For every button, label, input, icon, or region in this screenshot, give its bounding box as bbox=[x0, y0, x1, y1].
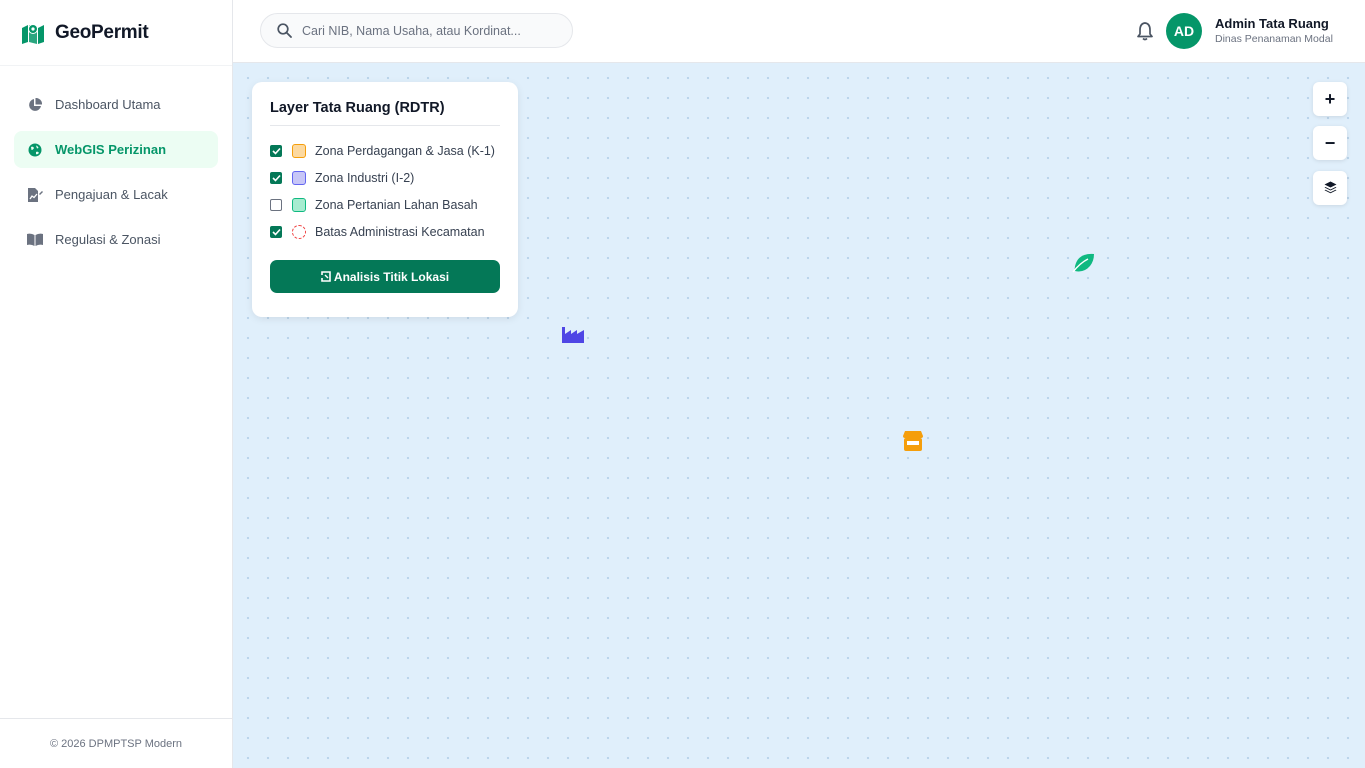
sidebar-item-label: Dashboard Utama bbox=[55, 97, 161, 112]
analyze-location-button[interactable]: Analisis Titik Lokasi bbox=[270, 260, 500, 293]
avatar[interactable]: AD bbox=[1166, 13, 1202, 49]
sidebar-item-webgis[interactable]: WebGIS Perizinan bbox=[14, 131, 218, 168]
user-name: Admin Tata Ruang bbox=[1215, 16, 1329, 31]
search-icon bbox=[277, 23, 293, 39]
globe-icon bbox=[27, 142, 43, 158]
layer-label: Zona Industri (I-2) bbox=[315, 170, 415, 185]
layer-checkbox[interactable] bbox=[270, 144, 282, 157]
store-icon[interactable] bbox=[901, 429, 925, 453]
user-role: Dinas Penanaman Modal bbox=[1215, 33, 1333, 45]
layer-item-boundary[interactable]: Batas Administrasi Kecamatan bbox=[270, 218, 500, 245]
brand[interactable]: GeoPermit bbox=[0, 0, 232, 66]
layer-checkbox[interactable] bbox=[270, 225, 282, 238]
search-box[interactable] bbox=[260, 13, 573, 48]
search-input[interactable] bbox=[302, 23, 562, 38]
sidebar-item-label: Regulasi & Zonasi bbox=[55, 232, 161, 247]
layer-item-agriculture[interactable]: Zona Pertanian Lahan Basah bbox=[270, 191, 500, 218]
layer-label: Zona Pertanian Lahan Basah bbox=[315, 197, 478, 212]
sidebar: GeoPermit Dashboard Utama WebGIS Perizin… bbox=[0, 0, 233, 768]
factory-icon[interactable] bbox=[561, 323, 585, 345]
sidebar-item-dashboard[interactable]: Dashboard Utama bbox=[14, 86, 218, 123]
layer-swatch bbox=[292, 197, 306, 212]
book-icon bbox=[27, 232, 43, 248]
brand-name: GeoPermit bbox=[55, 21, 149, 43]
layers-icon bbox=[1324, 178, 1337, 199]
leaf-icon[interactable] bbox=[1071, 252, 1095, 274]
layer-panel: Layer Tata Ruang (RDTR) Zona Perdagangan… bbox=[252, 82, 518, 317]
layer-checkbox[interactable] bbox=[270, 198, 282, 211]
layer-panel-title: Layer Tata Ruang (RDTR) bbox=[270, 100, 500, 126]
file-chart-icon bbox=[27, 187, 43, 203]
layer-label: Batas Administrasi Kecamatan bbox=[315, 224, 485, 239]
sidebar-item-label: WebGIS Perizinan bbox=[55, 142, 167, 157]
sidebar-footer: © 2026 DPMPTSP Modern bbox=[0, 718, 232, 768]
crosshair-icon bbox=[320, 271, 331, 282]
map-pin-logo-icon bbox=[21, 22, 45, 44]
layers-button[interactable] bbox=[1313, 171, 1347, 205]
sidebar-item-regulasi[interactable]: Regulasi & Zonasi bbox=[14, 221, 218, 258]
map-canvas[interactable]: Layer Tata Ruang (RDTR) Zona Perdagangan… bbox=[233, 63, 1365, 768]
sidebar-item-pengajuan[interactable]: Pengajuan & Lacak bbox=[14, 176, 218, 213]
topbar: AD Admin Tata Ruang Dinas Penanaman Moda… bbox=[233, 0, 1365, 63]
layer-swatch bbox=[292, 170, 306, 185]
layer-item-commerce[interactable]: Zona Perdagangan & Jasa (K-1) bbox=[270, 137, 500, 164]
layer-swatch bbox=[292, 143, 306, 158]
analyze-button-label: Analisis Titik Lokasi bbox=[333, 269, 450, 284]
sidebar-nav: Dashboard Utama WebGIS Perizinan Pengaju… bbox=[0, 66, 232, 258]
layer-label: Zona Perdagangan & Jasa (K-1) bbox=[315, 143, 495, 158]
bell-icon[interactable] bbox=[1135, 21, 1155, 41]
zoom-out-button[interactable]: − bbox=[1313, 126, 1347, 160]
zoom-in-button[interactable]: + bbox=[1313, 82, 1347, 116]
sidebar-item-label: Pengajuan & Lacak bbox=[55, 187, 168, 202]
layer-item-industry[interactable]: Zona Industri (I-2) bbox=[270, 164, 500, 191]
pie-chart-icon bbox=[27, 97, 43, 113]
layer-swatch bbox=[292, 224, 306, 239]
layer-checkbox[interactable] bbox=[270, 171, 282, 184]
